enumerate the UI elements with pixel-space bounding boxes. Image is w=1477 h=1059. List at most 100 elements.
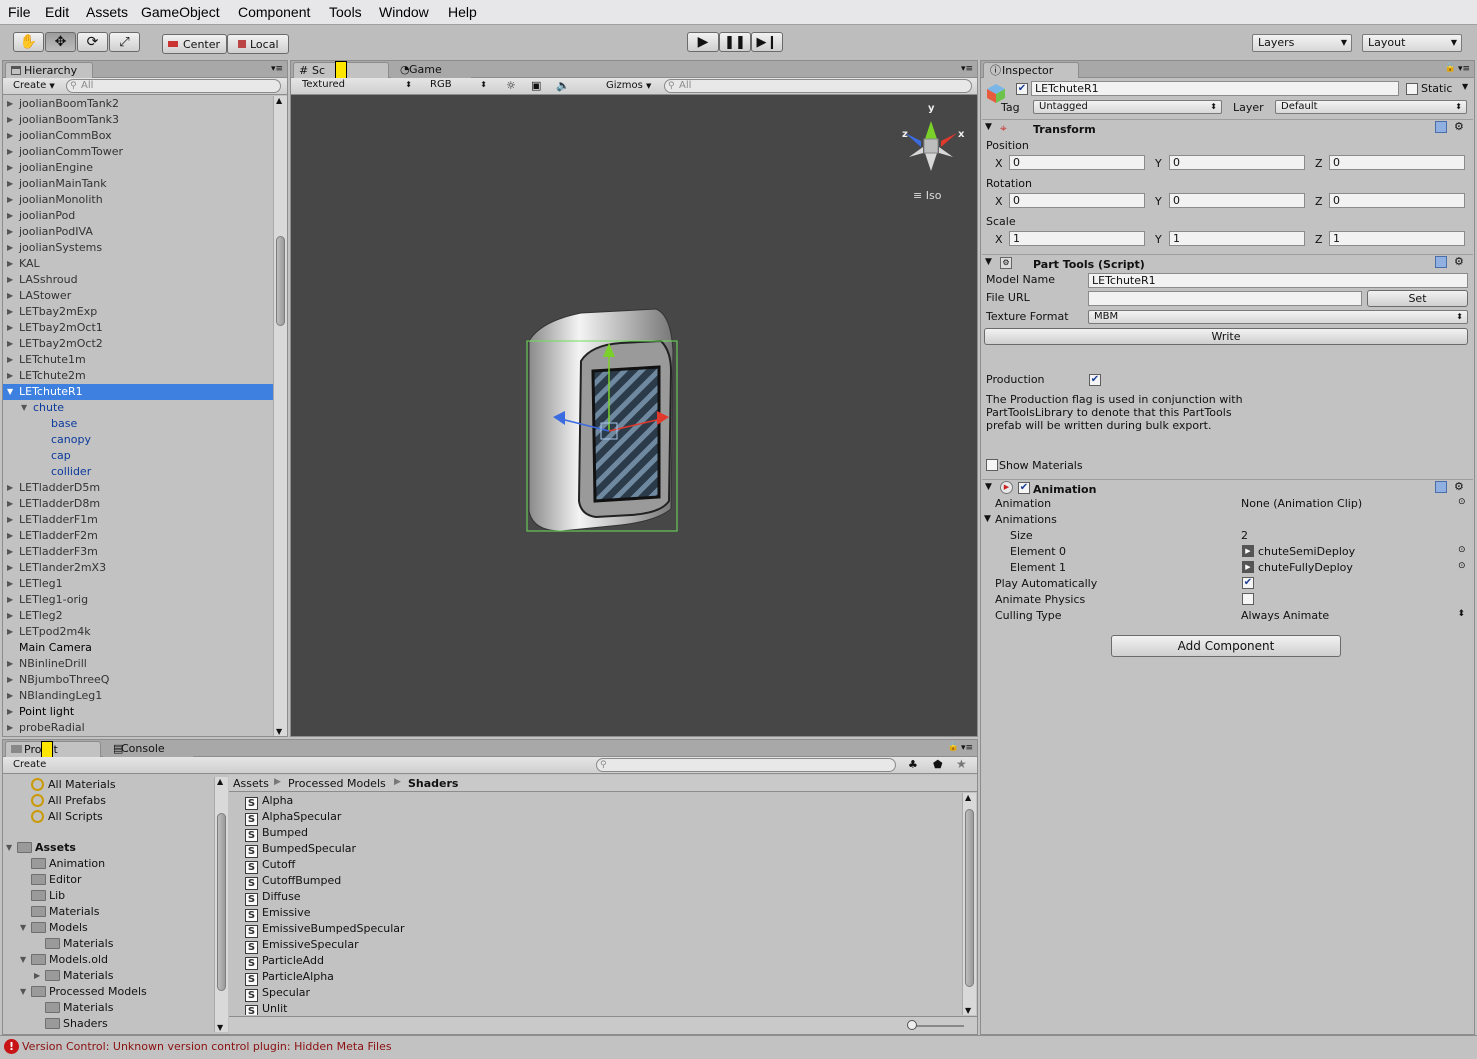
- write-button[interactable]: Write: [984, 328, 1468, 345]
- file-url-field[interactable]: [1088, 291, 1362, 306]
- scl-z-field[interactable]: 1: [1329, 231, 1465, 246]
- foldout-closed-icon[interactable]: ▶: [7, 208, 13, 224]
- culling-type-dropdown[interactable]: Always Animate ⬍: [1241, 609, 1468, 623]
- layers-dropdown[interactable]: Layers ▼: [1252, 34, 1352, 52]
- shader-file-item[interactable]: S BumpedSpecular: [245, 841, 356, 858]
- hierarchy-item[interactable]: ▶ LETbay2mOct2: [3, 336, 273, 352]
- help-book-icon[interactable]: [1435, 481, 1447, 493]
- folder-item[interactable]: ▼ Models.old: [20, 952, 108, 968]
- menu-gameobject[interactable]: GameObject: [141, 4, 220, 20]
- hand-tool-button[interactable]: ✋: [13, 32, 44, 52]
- shader-file-item[interactable]: S CutoffBumped: [245, 873, 341, 890]
- foldout-closed-icon[interactable]: ▶: [7, 304, 13, 320]
- hierarchy-item[interactable]: cap: [3, 448, 273, 464]
- pivot-center-button[interactable]: Center: [162, 34, 227, 54]
- lock-icon[interactable]: 🔒: [948, 742, 959, 752]
- pos-z-field[interactable]: 0: [1329, 155, 1465, 170]
- shader-file-item[interactable]: S EmissiveSpecular: [245, 937, 359, 954]
- shader-file-item[interactable]: S Alpha: [245, 793, 293, 810]
- foldout-open-icon[interactable]: ▼: [7, 384, 13, 400]
- foldout-closed-icon[interactable]: ▶: [7, 656, 13, 672]
- hierarchy-item[interactable]: ▼ chute: [3, 400, 273, 416]
- shader-file-item[interactable]: S ParticleAdd: [245, 953, 324, 970]
- foldout-open-icon[interactable]: ▼: [985, 122, 992, 132]
- folder-item[interactable]: ▶ Materials: [34, 968, 113, 984]
- layout-dropdown[interactable]: Layout ▼: [1362, 34, 1462, 52]
- object-picker-icon[interactable]: ⊙: [1458, 545, 1466, 555]
- production-checkbox[interactable]: ✔: [1089, 374, 1101, 386]
- play-button[interactable]: ▶: [687, 32, 719, 52]
- gameobject-name-field[interactable]: LETchuteR1: [1031, 81, 1399, 96]
- render-mode-dropdown[interactable]: Textured ⬍: [297, 79, 416, 93]
- menu-edit[interactable]: Edit: [45, 4, 69, 20]
- foldout-closed-icon[interactable]: ▶: [7, 544, 13, 560]
- folder-item[interactable]: ▼ Processed Models: [20, 984, 147, 1000]
- hierarchy-item[interactable]: ▶ joolianBoomTank3: [3, 112, 273, 128]
- scene-model-letchuter1[interactable]: [521, 301, 691, 561]
- element-1-field[interactable]: chuteFullyDeploy: [1258, 561, 1353, 574]
- status-message[interactable]: Version Control: Unknown version control…: [22, 1040, 392, 1053]
- project-tree-scroll-thumb[interactable]: [217, 813, 226, 991]
- scene-search-input[interactable]: ⚲ All: [664, 79, 972, 93]
- shader-file-item[interactable]: S Emissive: [245, 905, 311, 922]
- foldout-closed-icon[interactable]: ▶: [7, 512, 13, 528]
- gear-icon[interactable]: ⚙: [1454, 255, 1464, 268]
- hierarchy-item[interactable]: Main Camera: [3, 640, 273, 656]
- foldout-closed-icon[interactable]: ▶: [7, 176, 13, 192]
- gear-icon[interactable]: ⚙: [1454, 120, 1464, 133]
- hierarchy-item[interactable]: ▶ joolianMonolith: [3, 192, 273, 208]
- pos-y-field[interactable]: 0: [1169, 155, 1305, 170]
- transform-header[interactable]: ▼ ⌖ Transform ⚙: [982, 119, 1473, 137]
- hierarchy-item[interactable]: ▶ LETleg2: [3, 608, 273, 624]
- hierarchy-scrollbar[interactable]: ▲ ▼: [273, 96, 287, 736]
- foldout-closed-icon[interactable]: ▶: [7, 320, 13, 336]
- foldout-closed-icon[interactable]: ▶: [7, 96, 13, 112]
- folder-item[interactable]: Lib: [31, 888, 65, 904]
- lock-icon[interactable]: 🔒: [1445, 63, 1456, 73]
- scroll-up-icon[interactable]: ▲: [217, 777, 223, 786]
- project-search-input[interactable]: ⚲: [596, 758, 896, 772]
- foldout-closed-icon[interactable]: ▶: [7, 528, 13, 544]
- foldout-closed-icon[interactable]: ▶: [7, 288, 13, 304]
- folder-item[interactable]: Editor: [31, 872, 82, 888]
- hierarchy-item[interactable]: ▶ joolianCommBox: [3, 128, 273, 144]
- active-checkbox[interactable]: ✔: [1016, 83, 1028, 95]
- hierarchy-item[interactable]: ▶ LETladderF1m: [3, 512, 273, 528]
- folder-item[interactable]: ▼ Models: [20, 920, 88, 936]
- foldout-closed-icon[interactable]: ▶: [7, 352, 13, 368]
- foldout-closed-icon[interactable]: ▶: [7, 336, 13, 352]
- hierarchy-item[interactable]: ▶ LAStower: [3, 288, 273, 304]
- menu-assets[interactable]: Assets: [86, 4, 128, 20]
- hierarchy-item[interactable]: ▶ LETleg1-orig: [3, 592, 273, 608]
- hierarchy-item[interactable]: ▶ LETbay2mExp: [3, 304, 273, 320]
- project-tree-scrollbar[interactable]: ▲ ▼: [214, 777, 228, 1032]
- hierarchy-item[interactable]: ▶ joolianBoomTank2: [3, 96, 273, 112]
- hierarchy-item[interactable]: ▶ joolianEngine: [3, 160, 273, 176]
- shader-file-item[interactable]: S Bumped: [245, 825, 308, 842]
- texture-format-dropdown[interactable]: MBM ⬍: [1088, 310, 1468, 324]
- menu-tools[interactable]: Tools: [329, 4, 362, 20]
- help-book-icon[interactable]: [1435, 121, 1447, 133]
- hierarchy-item[interactable]: ▶ joolianPod: [3, 208, 273, 224]
- panel-menu-icon[interactable]: ▾≡: [271, 64, 283, 74]
- hierarchy-item[interactable]: ▶ LETchute1m: [3, 352, 273, 368]
- foldout-closed-icon[interactable]: ▶: [7, 592, 13, 608]
- breadcrumb-shaders[interactable]: Shaders: [408, 777, 458, 790]
- animate-physics-checkbox[interactable]: [1242, 593, 1254, 605]
- show-materials-checkbox[interactable]: [986, 459, 998, 471]
- favorite-item[interactable]: All Scripts: [31, 809, 103, 825]
- object-picker-icon[interactable]: ⊙: [1458, 561, 1466, 571]
- favorite-item[interactable]: All Prefabs: [31, 793, 106, 809]
- foldout-closed-icon[interactable]: ▶: [7, 272, 13, 288]
- model-name-field[interactable]: LETchuteR1: [1088, 273, 1468, 288]
- rot-y-field[interactable]: 0: [1169, 193, 1305, 208]
- foldout-closed-icon[interactable]: ▶: [34, 968, 40, 984]
- foldout-closed-icon[interactable]: ▶: [7, 192, 13, 208]
- folder-item[interactable]: Shaders: [45, 1016, 108, 1032]
- foldout-closed-icon[interactable]: ▶: [7, 256, 13, 272]
- tab-game[interactable]: ◔ Game: [391, 62, 471, 78]
- foldout-closed-icon[interactable]: ▶: [7, 560, 13, 576]
- rot-x-field[interactable]: 0: [1009, 193, 1145, 208]
- folder-item[interactable]: Materials: [31, 904, 99, 920]
- filter-type-icon[interactable]: ♣: [908, 758, 918, 771]
